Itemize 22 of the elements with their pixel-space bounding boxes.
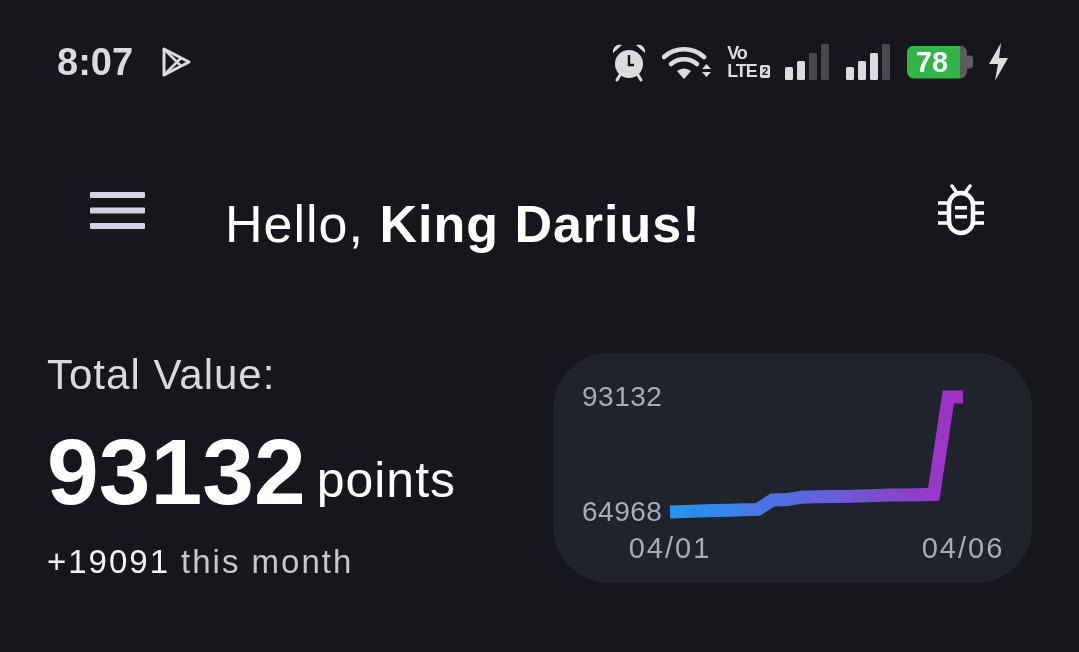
- x-axis-label: 04/01: [628, 531, 712, 565]
- monthly-change: +19091: [47, 542, 171, 582]
- battery-percent: 78: [915, 47, 949, 77]
- menu-icon[interactable]: [90, 191, 145, 229]
- network-type-label: LTE: [727, 62, 757, 80]
- y-axis-label: 64968: [582, 495, 663, 529]
- total-value-label: Total Value:: [47, 350, 277, 400]
- value-unit: points: [316, 454, 457, 505]
- play-triangle-icon: [160, 45, 193, 79]
- lightning-bolt-icon: [988, 43, 1009, 81]
- bug-icon[interactable]: [937, 184, 985, 236]
- total-value: 93132: [47, 426, 306, 519]
- x-axis-label: 04/06: [921, 531, 1005, 565]
- signal-bars-icon: [785, 44, 831, 80]
- signal-bars-icon: [846, 44, 892, 80]
- clock-time: 8:07: [57, 43, 134, 81]
- y-axis-label: 93132: [582, 380, 663, 414]
- sim-slot-badge: 2: [759, 64, 770, 78]
- alarm-clock-icon: [611, 42, 648, 82]
- change-period: this month: [181, 542, 354, 582]
- network-type-label: Vo: [727, 44, 748, 62]
- greeting-text: Hello, King Darius!: [225, 193, 701, 255]
